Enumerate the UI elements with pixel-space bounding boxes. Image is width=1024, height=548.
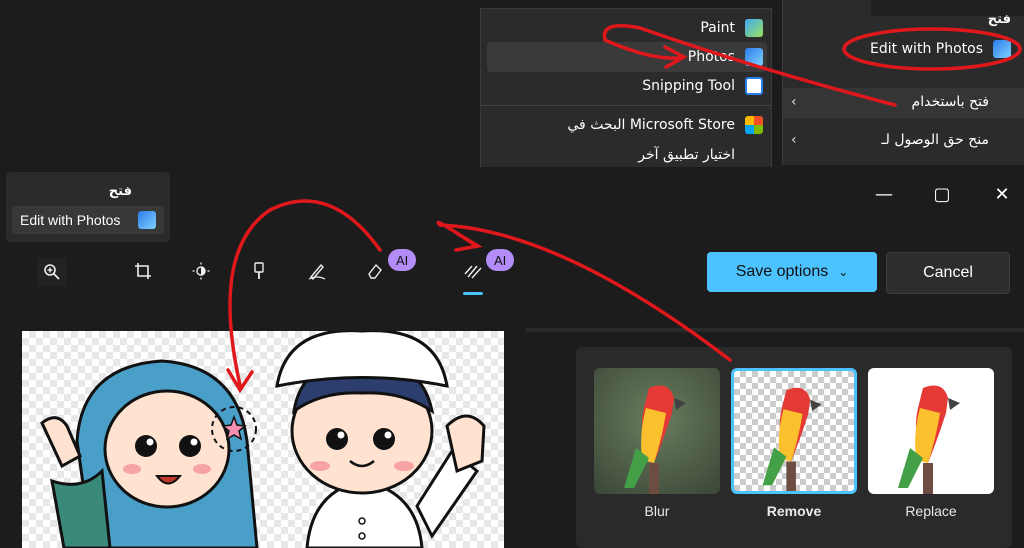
erase-icon[interactable] <box>362 258 388 284</box>
menu-item-paint[interactable]: Paint <box>700 13 763 43</box>
edit-with-photos-button[interactable]: Edit with Photos <box>12 206 164 234</box>
arrow-head <box>454 232 483 252</box>
ai-badge: AI <box>486 249 515 271</box>
photos-icon <box>138 211 156 229</box>
menu-item-snipping-tool[interactable]: Snipping Tool <box>642 71 763 101</box>
markup-pen-icon[interactable] <box>304 258 330 284</box>
cancel-button[interactable]: Cancel <box>886 252 1010 294</box>
chevron-down-icon: ⌄ <box>838 265 849 279</box>
menu-item-photos[interactable]: Photos <box>688 42 763 72</box>
paint-icon <box>745 19 763 37</box>
save-options-button[interactable]: Save options ⌄ <box>707 252 877 292</box>
crop-icon[interactable] <box>130 258 156 284</box>
remove-label: Remove <box>766 503 822 519</box>
store-icon <box>745 116 763 134</box>
active-tool-indicator <box>463 292 483 295</box>
zoom-icon[interactable] <box>38 258 66 286</box>
open-label: فتح <box>108 184 132 199</box>
remove-option[interactable] <box>731 368 857 494</box>
background-icon[interactable] <box>460 258 486 284</box>
open-with-submenu: Paint Photos Snipping Tool البحث في Micr… <box>480 8 772 167</box>
replace-option[interactable] <box>868 368 994 494</box>
maximize-button[interactable]: ▢ <box>922 180 962 208</box>
blur-label: Blur <box>644 503 670 519</box>
menu-divider <box>481 105 771 106</box>
file-context-menu: فتح Edit with Photos ‹ فتح باستخدام ‹ من… <box>782 0 1024 165</box>
adjust-icon[interactable] <box>188 258 214 284</box>
photos-icon <box>745 48 763 66</box>
parrot-image <box>762 387 822 491</box>
blur-option[interactable] <box>594 368 720 494</box>
menu-item-choose-another-app[interactable]: اختيار تطبيق آخر <box>638 140 735 170</box>
menu-item-open-with[interactable]: فتح باستخدام <box>912 94 989 110</box>
filter-brush-icon[interactable] <box>246 258 272 284</box>
ai-badge: AI <box>388 249 417 271</box>
parrot-image <box>624 385 686 494</box>
parrot-image <box>898 385 960 494</box>
chevron-left-icon: ‹ <box>791 132 797 148</box>
image-canvas[interactable] <box>22 331 504 548</box>
snipping-tool-icon <box>745 77 763 95</box>
chevron-left-icon: ‹ <box>791 94 797 110</box>
menu-item-give-access[interactable]: منح حق الوصول لـ <box>882 132 990 148</box>
kids-illustration <box>40 331 486 548</box>
photos-icon <box>993 40 1011 58</box>
minimize-button[interactable]: — <box>864 180 904 208</box>
open-label: فتح <box>987 12 1011 27</box>
open-card: فتح Edit with Photos <box>6 172 170 242</box>
menu-item-store[interactable]: البحث في Microsoft Store <box>567 110 763 140</box>
menu-item-edit-with-photos[interactable]: Edit with Photos <box>870 40 1011 58</box>
background-options-panel: Blur Remove Replace <box>576 347 1012 548</box>
replace-label: Replace <box>905 503 957 519</box>
close-button[interactable]: ✕ <box>982 180 1022 208</box>
